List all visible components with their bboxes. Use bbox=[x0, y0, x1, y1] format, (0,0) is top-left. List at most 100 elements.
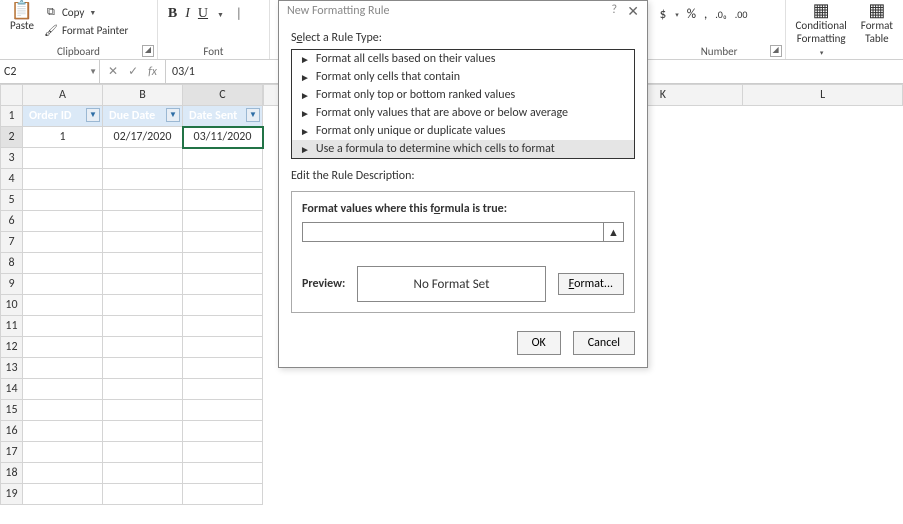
row-header[interactable]: 11 bbox=[1, 316, 23, 337]
rule-type-item[interactable]: ►Format only values that are above or be… bbox=[292, 104, 634, 122]
cell[interactable] bbox=[103, 463, 183, 484]
cell[interactable] bbox=[183, 337, 263, 358]
cell[interactable] bbox=[183, 379, 263, 400]
currency-button[interactable]: $ bbox=[660, 7, 667, 22]
cell[interactable] bbox=[103, 379, 183, 400]
cell[interactable] bbox=[103, 232, 183, 253]
column-header[interactable]: B bbox=[103, 85, 183, 106]
row-header[interactable]: 3 bbox=[1, 148, 23, 169]
cell[interactable] bbox=[23, 337, 103, 358]
row-header[interactable]: 19 bbox=[1, 484, 23, 505]
close-icon[interactable]: ✕ bbox=[627, 3, 639, 20]
underline-button[interactable]: U bbox=[198, 6, 208, 22]
row-header[interactable]: 14 bbox=[1, 379, 23, 400]
cell[interactable] bbox=[23, 274, 103, 295]
cell[interactable] bbox=[23, 190, 103, 211]
cell[interactable] bbox=[103, 253, 183, 274]
cell[interactable] bbox=[183, 400, 263, 421]
cell[interactable] bbox=[183, 463, 263, 484]
cell[interactable] bbox=[103, 274, 183, 295]
cell[interactable] bbox=[103, 211, 183, 232]
cell[interactable] bbox=[103, 316, 183, 337]
row-header[interactable]: 5 bbox=[1, 190, 23, 211]
cancel-formula-icon[interactable]: ✕ bbox=[108, 64, 118, 79]
row-header[interactable]: 1 bbox=[1, 106, 23, 127]
cell[interactable] bbox=[103, 484, 183, 505]
dialog-launcher-clipboard[interactable]: ◢ bbox=[142, 45, 154, 57]
column-header[interactable]: A bbox=[23, 85, 103, 106]
filter-icon[interactable]: ▼ bbox=[246, 108, 260, 122]
italic-button[interactable]: I bbox=[185, 6, 190, 22]
decrease-decimal-button[interactable]: .00 bbox=[735, 8, 748, 21]
cell[interactable] bbox=[23, 211, 103, 232]
column-header[interactable]: C bbox=[183, 85, 263, 106]
cell[interactable] bbox=[23, 379, 103, 400]
row-header[interactable]: 18 bbox=[1, 463, 23, 484]
row-header[interactable]: 16 bbox=[1, 421, 23, 442]
row-header[interactable]: 4 bbox=[1, 169, 23, 190]
comma-button[interactable]: , bbox=[704, 7, 707, 22]
cell[interactable]: 1 bbox=[23, 127, 103, 148]
percent-button[interactable]: % bbox=[687, 7, 696, 22]
rule-type-item[interactable]: ►Format all cells based on their values bbox=[292, 50, 634, 68]
cell[interactable] bbox=[23, 148, 103, 169]
row-header[interactable]: 13 bbox=[1, 358, 23, 379]
enter-formula-icon[interactable]: ✓ bbox=[128, 64, 138, 79]
row-header[interactable]: 8 bbox=[1, 253, 23, 274]
cell[interactable] bbox=[103, 295, 183, 316]
cell[interactable] bbox=[183, 316, 263, 337]
format-painter-button[interactable]: 🖌 Format Painter bbox=[42, 22, 130, 38]
range-picker-icon[interactable]: ▲ bbox=[604, 222, 624, 242]
rule-type-item[interactable]: ►Format only unique or duplicate values bbox=[292, 122, 634, 140]
cell[interactable] bbox=[23, 421, 103, 442]
cell[interactable] bbox=[103, 337, 183, 358]
dialog-titlebar[interactable]: New Formatting Rule ? ✕ bbox=[279, 1, 647, 21]
row-header[interactable]: 6 bbox=[1, 211, 23, 232]
format-as-table-button[interactable]: ▦ FormatTable bbox=[857, 2, 897, 61]
cell[interactable] bbox=[183, 190, 263, 211]
cell[interactable] bbox=[183, 211, 263, 232]
increase-decimal-button[interactable]: .0₀ bbox=[715, 8, 727, 21]
cell[interactable] bbox=[183, 484, 263, 505]
cell[interactable] bbox=[23, 442, 103, 463]
cell[interactable] bbox=[23, 358, 103, 379]
cell[interactable] bbox=[183, 358, 263, 379]
rule-type-item[interactable]: ►Format only top or bottom ranked values bbox=[292, 86, 634, 104]
cell[interactable] bbox=[23, 295, 103, 316]
row-header[interactable]: 12 bbox=[1, 337, 23, 358]
name-box[interactable]: C2 ▼ bbox=[0, 60, 100, 83]
table-header-cell[interactable]: Order ID▼ bbox=[23, 106, 103, 127]
cell[interactable]: 02/17/2020 bbox=[103, 127, 183, 148]
chevron-down-icon[interactable]: ▼ bbox=[89, 67, 97, 77]
cell[interactable] bbox=[183, 148, 263, 169]
row-header[interactable]: 9 bbox=[1, 274, 23, 295]
cell[interactable] bbox=[23, 316, 103, 337]
cell[interactable] bbox=[183, 442, 263, 463]
rule-type-item[interactable]: ►Use a formula to determine which cells … bbox=[292, 140, 634, 158]
cell[interactable] bbox=[183, 169, 263, 190]
row-header[interactable]: 7 bbox=[1, 232, 23, 253]
table-header-cell[interactable]: Date Sent▼ bbox=[183, 106, 263, 127]
active-cell[interactable]: 03/11/2020 bbox=[183, 127, 263, 148]
rule-type-list[interactable]: ►Format all cells based on their values ►… bbox=[291, 49, 635, 159]
table-header-cell[interactable]: Due Date▼ bbox=[103, 106, 183, 127]
cell[interactable] bbox=[23, 232, 103, 253]
select-all-corner[interactable] bbox=[1, 85, 23, 106]
cell[interactable] bbox=[103, 442, 183, 463]
filter-icon[interactable]: ▼ bbox=[86, 108, 100, 122]
column-header[interactable]: L bbox=[743, 85, 903, 106]
cell[interactable] bbox=[103, 190, 183, 211]
dialog-launcher-number[interactable]: ◢ bbox=[770, 45, 782, 57]
fx-icon[interactable]: fx bbox=[148, 65, 157, 79]
cell[interactable] bbox=[103, 148, 183, 169]
bold-button[interactable]: B bbox=[168, 6, 177, 22]
cell[interactable] bbox=[23, 484, 103, 505]
cell[interactable] bbox=[103, 400, 183, 421]
row-header[interactable]: 15 bbox=[1, 400, 23, 421]
copy-button[interactable]: ⧉ Copy ▼ bbox=[42, 4, 130, 20]
cell[interactable] bbox=[103, 358, 183, 379]
cell[interactable] bbox=[183, 274, 263, 295]
cell[interactable] bbox=[23, 400, 103, 421]
cell[interactable] bbox=[23, 253, 103, 274]
cell[interactable] bbox=[103, 421, 183, 442]
